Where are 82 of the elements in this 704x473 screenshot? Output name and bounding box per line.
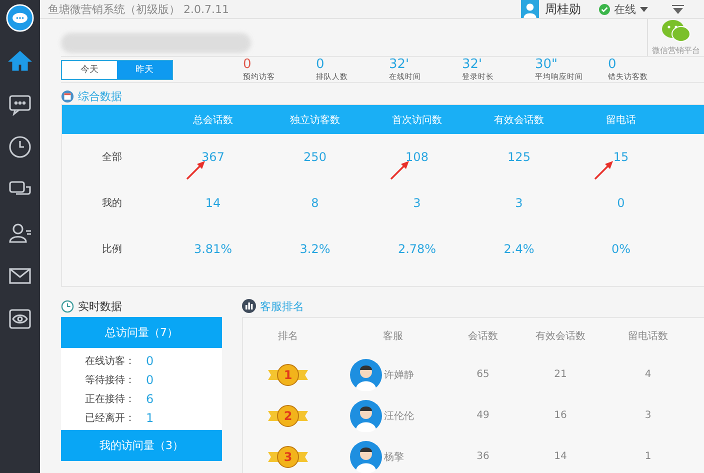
table-cell: 3: [515, 196, 523, 210]
menu-icon[interactable]: [672, 4, 684, 14]
user-name: 周桂勋: [545, 0, 581, 18]
medal-icon: [268, 364, 308, 386]
stat-value: 0: [608, 57, 616, 72]
rank-number: 3: [284, 450, 292, 464]
check-circle-icon: [599, 4, 610, 14]
medal-icon: [268, 404, 308, 426]
metric-value: 6: [146, 392, 154, 406]
table-cell-text: 65: [476, 369, 490, 380]
table-cell: 14: [205, 196, 221, 210]
day-tab[interactable]: 今天: [62, 60, 117, 78]
bar-chart-icon: [242, 299, 256, 313]
window-title: 鱼塘微营销系统（初级版） 2.0.7.11: [48, 2, 229, 16]
table-cell: 108: [406, 150, 428, 164]
table-cell: 250: [304, 150, 326, 164]
table-cell-text: 4: [644, 369, 652, 380]
logo-icon: [6, 4, 34, 32]
table-cell: 8: [311, 196, 319, 210]
table-cell: 0%: [611, 242, 631, 256]
table-cell: 367: [202, 150, 224, 164]
row-label: 全部: [101, 150, 123, 164]
metric-label: 在线访客：: [85, 354, 136, 368]
table-cell: 3.81%: [194, 242, 232, 256]
table-cell-text: 3: [644, 410, 652, 421]
table-cell-text: 1: [644, 451, 652, 462]
table-cell: 3.2%: [300, 242, 330, 256]
stat-value: 0: [243, 57, 252, 72]
rank-number: 1: [284, 368, 292, 382]
avatar-icon: [350, 400, 382, 432]
column-header: 首次访问数: [391, 114, 443, 126]
agent-name: 许婵静: [384, 368, 414, 382]
agent-name: 汪伦伦: [384, 410, 414, 422]
column-header: 有效会话数: [534, 330, 586, 343]
row-label: 我的: [101, 196, 123, 210]
chat-icon: [8, 92, 32, 116]
table-cell: 0: [617, 196, 625, 210]
stat-value: 32': [389, 57, 410, 72]
column-header: 独立访客数: [289, 114, 341, 126]
column-header: 客服: [382, 330, 404, 343]
metric-value: 1: [146, 410, 154, 424]
table-cell-text: 49: [476, 410, 490, 421]
section-title: 实时数据: [78, 298, 122, 314]
metric-label: 正在接待：: [85, 392, 136, 406]
metric-label: 等待接待：: [85, 374, 136, 386]
eye-icon: [8, 307, 32, 331]
column-header: 留电话数: [627, 330, 669, 343]
column-header: 总会话数: [192, 114, 234, 126]
avatar-icon: [350, 358, 382, 390]
table-cell: 3: [413, 196, 421, 210]
stat-value: 30": [535, 57, 559, 72]
column-header: 留电话: [605, 114, 637, 126]
medal-icon: [268, 446, 308, 468]
clock-icon: [8, 135, 32, 159]
group-header: 总访问量（7）: [61, 317, 222, 348]
metric-value: 0: [146, 354, 154, 368]
user-icon: [8, 221, 32, 245]
table-cell-text: 16: [553, 410, 568, 421]
agent-name: 杨擎: [384, 450, 404, 464]
status-dropdown[interactable]: 在线: [599, 2, 648, 16]
table-cell-text: 36: [476, 451, 490, 462]
metric-label: 已经离开：: [85, 412, 136, 424]
column-header: 排名: [277, 330, 299, 344]
section-title: 客服排名: [260, 298, 304, 314]
table-cell-text: 14: [553, 451, 568, 462]
stat-value: 32': [462, 57, 484, 72]
table-cell: 2.78%: [398, 242, 436, 256]
section-title: 综合数据: [78, 89, 122, 104]
stat-value: 0: [316, 57, 326, 72]
column-header: 有效会话数: [493, 114, 545, 126]
table-cell: 15: [613, 150, 629, 164]
table-cell: 2.4%: [504, 242, 534, 256]
rank-number: 2: [284, 408, 292, 422]
caret-icon: [640, 6, 648, 12]
home-icon: [8, 49, 32, 73]
metric-value: 0: [146, 372, 154, 386]
table-cell: 125: [508, 150, 530, 164]
row-label: 比例: [101, 242, 123, 256]
table-cell-text: 21: [553, 369, 568, 380]
group-header: 我的访问量（3）: [61, 430, 222, 461]
clock-icon: [61, 300, 74, 312]
column-header: 会话数: [467, 330, 499, 343]
